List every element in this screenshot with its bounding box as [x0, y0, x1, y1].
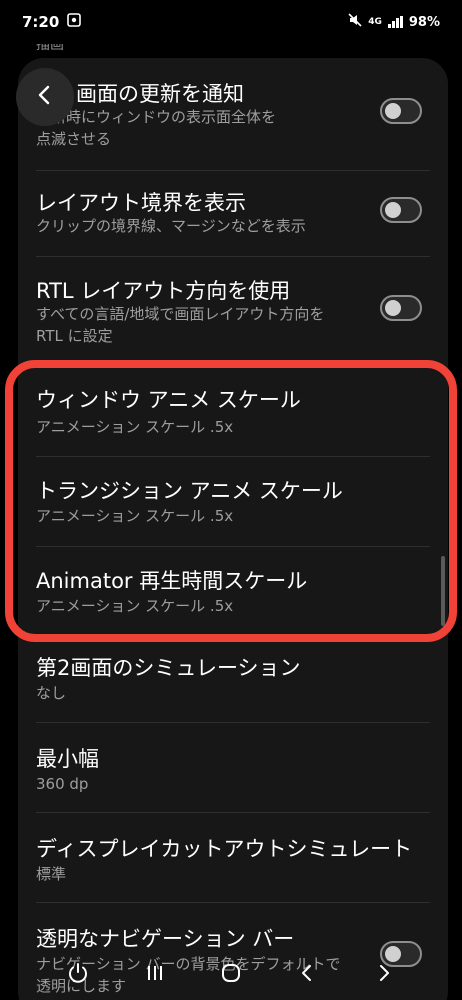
forward-icon — [372, 961, 396, 989]
setting-display-cutout[interactable]: ディスプレイカットアウトシミュレート 標準 — [18, 813, 448, 901]
scrollbar-thumb[interactable] — [441, 556, 445, 626]
back-button[interactable] — [16, 68, 74, 126]
screenshot-icon — [67, 13, 82, 31]
setting-subtitle: アニメーション スケール .5x — [36, 507, 234, 525]
screen: 7:20 4G 98% 描画 画面の更新を通知 更新時にウィンドウの表示面全体を… — [0, 0, 462, 1000]
setting-subtitle: RTL に設定 — [36, 327, 113, 345]
nav-forward-button[interactable] — [364, 955, 404, 995]
navigation-bar — [0, 950, 462, 1000]
settings-card: 画面の更新を通知 更新時にウィンドウの表示面全体を 点滅させる レイアウト境界を… — [18, 58, 448, 1000]
setting-subtitle: アニメーション スケール .5x — [36, 418, 234, 436]
recents-icon — [143, 961, 167, 989]
setting-subtitle: 360 dp — [36, 775, 89, 793]
status-right: 4G 98% — [348, 13, 440, 31]
nav-back-button[interactable] — [287, 955, 327, 995]
setting-secondary-display[interactable]: 第2画面のシミュレーション なし — [18, 644, 448, 722]
mute-icon — [348, 13, 362, 31]
back-icon — [295, 961, 319, 989]
setting-title: 最小幅 — [36, 747, 99, 771]
status-time: 7:20 — [22, 13, 60, 31]
setting-title: Animator 再生時間スケール — [36, 569, 308, 593]
toggle-switch[interactable] — [380, 197, 422, 223]
setting-title: ウィンドウ アニメ スケール — [36, 388, 301, 412]
toggle-knob — [385, 103, 401, 119]
network-type: 4G — [368, 17, 382, 27]
setting-subtitle: アニメーション スケール .5x — [36, 597, 234, 615]
toggle-switch[interactable] — [380, 295, 422, 321]
home-icon — [219, 961, 243, 989]
chevron-left-icon — [34, 84, 56, 110]
setting-subtitle: 更新時にウィンドウの表示面全体を — [36, 108, 277, 126]
status-bar: 7:20 4G 98% — [0, 0, 462, 44]
setting-transition-animation-scale[interactable]: トランジション アニメ スケール アニメーション スケール .5x — [18, 457, 448, 545]
setting-window-animation-scale[interactable]: ウィンドウ アニメ スケール アニメーション スケール .5x — [18, 368, 448, 456]
toggle-knob — [385, 300, 401, 316]
setting-title: 第2画面のシミュレーション — [36, 656, 301, 680]
setting-smallest-width[interactable]: 最小幅 360 dp — [18, 723, 448, 811]
setting-title: 透明なナビゲーション バー — [36, 927, 295, 951]
setting-rtl-layout[interactable]: RTL レイアウト方向を使用 すべての言語/地域で画面レイアウト方向を RTL … — [18, 257, 448, 357]
toggle-switch[interactable] — [380, 98, 422, 124]
setting-subtitle: クリップの境界線、マージンなどを表示 — [36, 217, 306, 235]
setting-title: トランジション アニメ スケール — [36, 479, 343, 503]
setting-show-surface-updates[interactable]: 画面の更新を通知 更新時にウィンドウの表示面全体を 点滅させる — [18, 58, 448, 168]
setting-title: 画面の更新を通知 — [76, 82, 244, 106]
setting-subtitle: すべての言語/地域で画面レイアウト方向を — [36, 305, 325, 323]
power-icon — [66, 961, 90, 989]
toggle-knob — [385, 202, 401, 218]
recents-button[interactable] — [135, 955, 175, 995]
setting-subtitle: 標準 — [36, 865, 67, 883]
power-button[interactable] — [58, 955, 98, 995]
setting-subtitle: なし — [36, 684, 67, 702]
setting-title: ディスプレイカットアウトシミュレート — [36, 837, 413, 861]
home-button[interactable] — [211, 955, 251, 995]
battery-level: 98% — [408, 14, 440, 30]
setting-title: RTL レイアウト方向を使用 — [36, 279, 291, 303]
setting-title: レイアウト境界を表示 — [36, 191, 246, 215]
status-left: 7:20 — [22, 13, 82, 31]
setting-animator-duration-scale[interactable]: Animator 再生時間スケール アニメーション スケール .5x — [18, 547, 448, 635]
setting-show-layout-bounds[interactable]: レイアウト境界を表示 クリップの境界線、マージンなどを表示 — [18, 171, 448, 255]
setting-subtitle: 点滅させる — [36, 130, 112, 148]
signal-icon — [387, 16, 403, 28]
